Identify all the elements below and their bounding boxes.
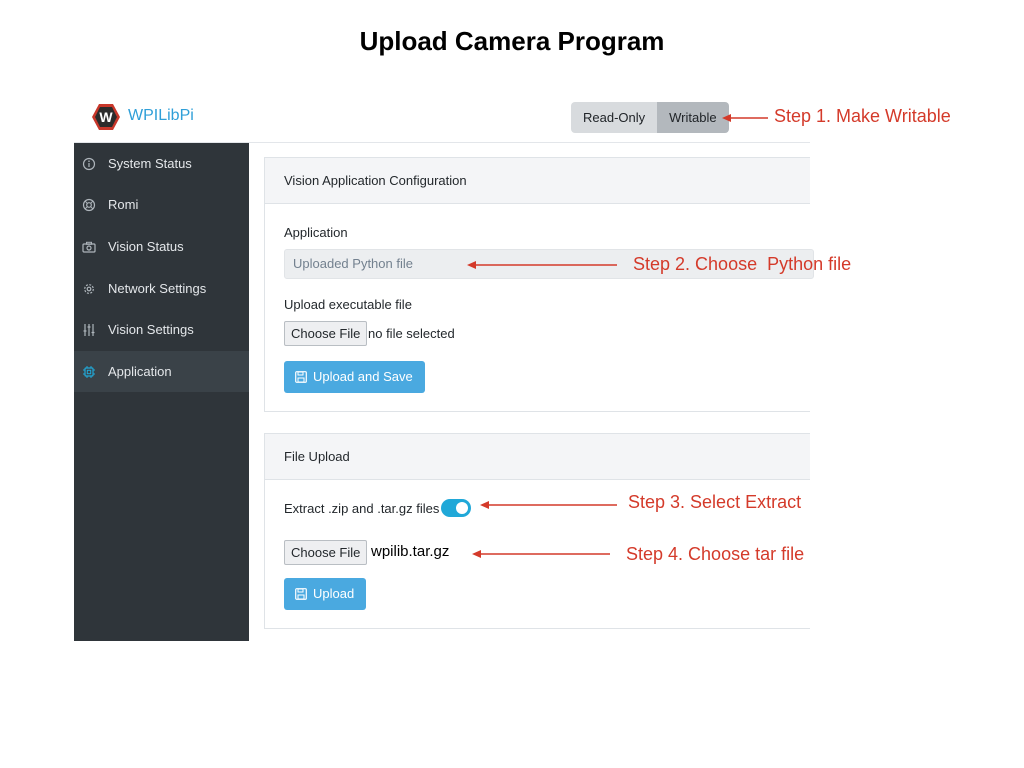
step4-arrow: [472, 548, 610, 560]
step4-annotation: Step 4. Choose tar file: [626, 544, 805, 564]
selected-file-name: wpilib.tar.gz: [371, 543, 450, 560]
writable-button[interactable]: Writable: [657, 102, 729, 133]
read-only-button[interactable]: Read-Only: [571, 102, 658, 133]
button-label: Upload: [313, 586, 355, 601]
sidebar-item-vision-status[interactable]: Vision Status: [74, 226, 249, 267]
extract-label: Extract .zip and .tar.gz files: [284, 501, 440, 516]
card-title: Vision Application Configuration: [265, 158, 810, 204]
slide-title: Upload Camera Program: [359, 26, 665, 56]
svg-text:W: W: [99, 109, 113, 125]
sidebar-item-application[interactable]: Application: [74, 351, 249, 392]
extract-toggle[interactable]: [441, 499, 471, 517]
sidebar-item-label: Network Settings: [108, 281, 207, 296]
sidebar-item-label: Vision Status: [108, 239, 184, 254]
step1-arrow: [722, 112, 768, 124]
button-label: Upload and Save: [313, 369, 413, 384]
upload-and-save-button[interactable]: Upload and Save: [284, 361, 425, 393]
sidebar-item-label: Application: [108, 364, 172, 379]
life-ring-icon: [82, 198, 96, 212]
vision-app-card: Vision Application Configuration Applica…: [264, 157, 814, 412]
choose-file-button[interactable]: Choose File: [284, 540, 368, 565]
wpilib-logo: W: [91, 103, 121, 131]
application-label: Application: [284, 225, 348, 240]
step3-annotation: Step 3. Select Extract: [628, 492, 802, 512]
step1-annotation: Step 1. Make Writable: [774, 106, 951, 126]
save-icon: [295, 588, 307, 600]
info-circle-icon: [82, 157, 96, 171]
gear-icon: [82, 282, 96, 296]
sidebar-item-label: Romi: [108, 197, 139, 212]
file-upload-card: File Upload Extract .zip and .tar.gz fil…: [264, 433, 810, 629]
sliders-icon: [82, 323, 96, 337]
upload-button[interactable]: Upload: [284, 578, 367, 610]
card-title: File Upload: [265, 434, 810, 480]
file-status: no file selected: [368, 326, 455, 341]
step3-arrow: [480, 499, 617, 511]
mode-toggle: Read-Only Writable: [571, 102, 729, 133]
sidebar-item-vision-settings[interactable]: Vision Settings: [74, 309, 249, 350]
sidebar-item-romi[interactable]: Romi: [74, 184, 249, 225]
step2-annotation: Step 2. Choose Python file: [633, 254, 852, 274]
sidebar: System Status Romi Vision Status Network…: [74, 143, 249, 641]
choose-file-button[interactable]: Choose File: [284, 321, 368, 346]
sidebar-item-label: Vision Settings: [108, 322, 194, 337]
sidebar-item-system-status[interactable]: System Status: [74, 143, 249, 184]
upload-executable-label: Upload executable file: [284, 297, 412, 312]
step2-arrow: [467, 259, 617, 271]
brand-name[interactable]: WPILibPi: [128, 107, 194, 125]
sidebar-item-label: System Status: [108, 156, 192, 171]
chip-icon: [82, 365, 96, 379]
save-icon: [295, 371, 307, 383]
camera-icon: [82, 240, 96, 254]
sidebar-item-network-settings[interactable]: Network Settings: [74, 268, 249, 309]
switch-knob: [456, 502, 468, 514]
